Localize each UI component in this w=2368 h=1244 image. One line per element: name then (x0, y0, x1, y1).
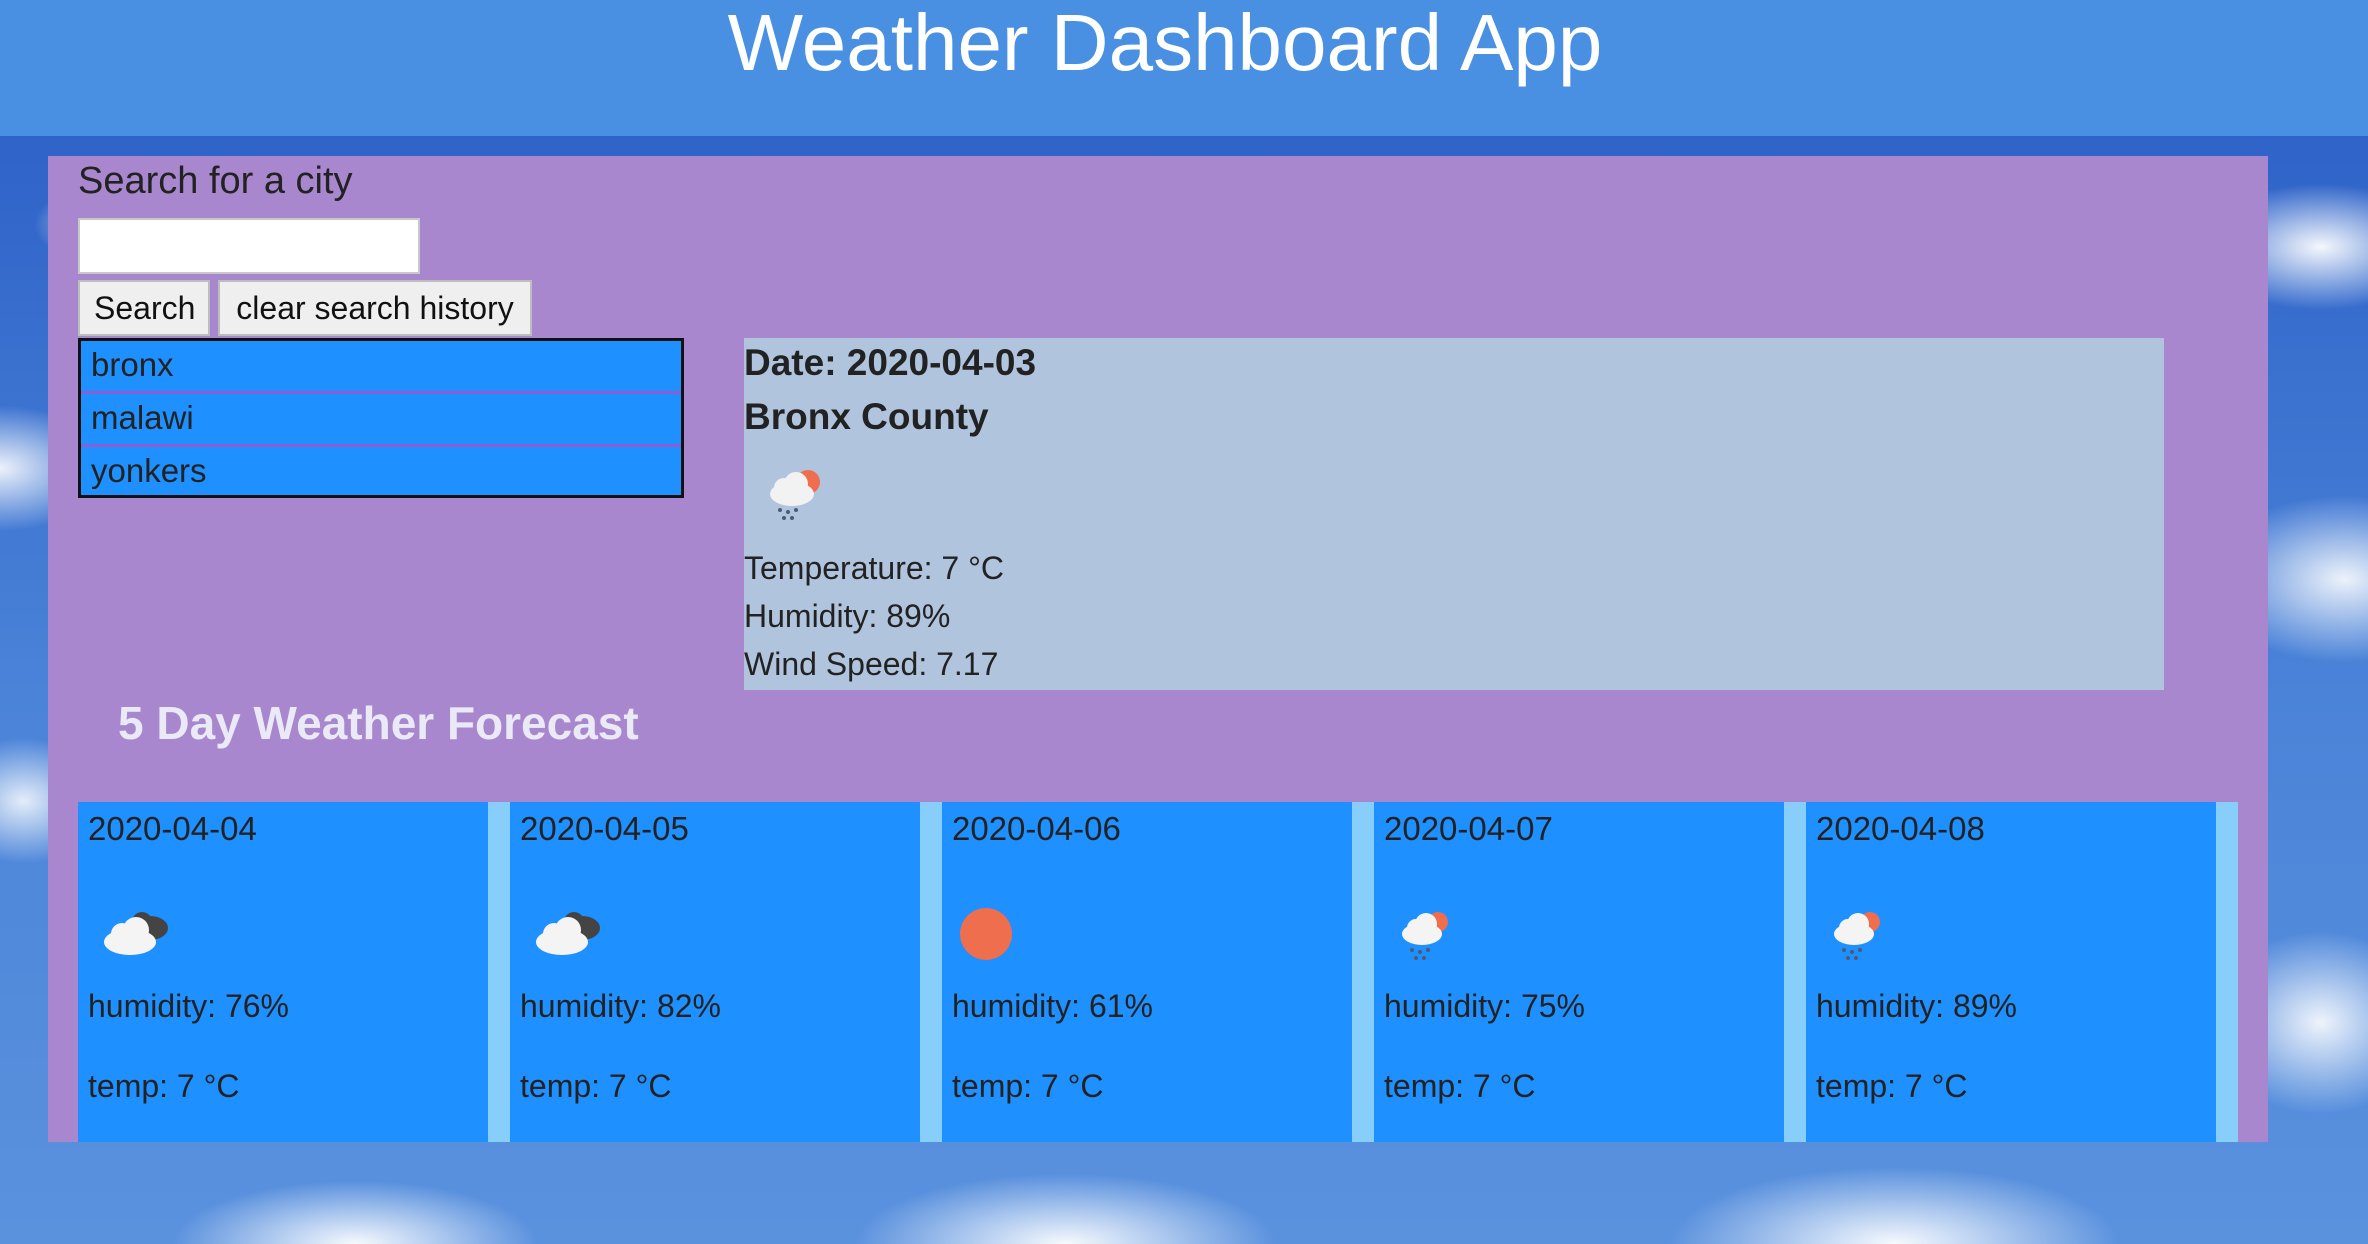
forecast-temp: temp: 7 °C (952, 1068, 1104, 1104)
history-item-bronx[interactable]: bronx (81, 341, 681, 394)
forecast-humidity: humidity: 61% (952, 988, 1153, 1024)
forecast-card: 2020-04-06 humidity: 61% temp: 7 °C (942, 802, 1352, 1142)
forecast-card: 2020-04-04 humidity: 76% temp: 7 °C (78, 802, 488, 1142)
forecast-humidity: humidity: 76% (88, 988, 289, 1024)
city-search-input[interactable] (78, 218, 420, 274)
forecast-temp: temp: 7 °C (1816, 1068, 1968, 1104)
forecast-date: 2020-04-04 (88, 810, 257, 847)
forecast-temp: temp: 7 °C (1384, 1068, 1536, 1104)
forecast-card: 2020-04-07 humidity: 75% temp: 7 °C (1374, 802, 1784, 1142)
cloudy-icon (96, 902, 176, 971)
current-city: Bronx County (744, 396, 989, 437)
cloudy-icon (528, 902, 608, 971)
forecast-temp: temp: 7 °C (88, 1068, 240, 1104)
light-rain-sun-icon (1824, 902, 1904, 971)
current-weather-card: Date: 2020-04-03 Bronx County Temperatur… (744, 338, 2164, 690)
main-panel: Search for a city Search clear search hi… (48, 156, 2268, 1142)
forecast-humidity: humidity: 75% (1384, 988, 1585, 1024)
history-item-yonkers[interactable]: yonkers (81, 447, 681, 497)
forecast-date: 2020-04-08 (1816, 810, 1985, 847)
clear-history-button[interactable]: clear search history (218, 280, 532, 336)
light-rain-sun-icon (762, 460, 826, 529)
forecast-card: 2020-04-08 humidity: 89% temp: 7 °C (1806, 802, 2216, 1142)
forecast-card: 2020-04-05 humidity: 82% temp: 7 °C (510, 802, 920, 1142)
search-history-list: bronx malawi yonkers (78, 338, 684, 498)
current-date: Date: 2020-04-03 (744, 342, 1037, 383)
forecast-humidity: humidity: 82% (520, 988, 721, 1024)
forecast-row: 2020-04-04 humidity: 76% temp: 7 °C 2020… (78, 802, 2238, 1142)
search-button[interactable]: Search (78, 280, 210, 336)
forecast-temp: temp: 7 °C (520, 1068, 672, 1104)
app-header: Weather Dashboard App (0, 0, 2368, 136)
forecast-title: 5 Day Weather Forecast (118, 697, 639, 749)
current-humidity: Humidity: 89% (744, 598, 951, 634)
forecast-date: 2020-04-06 (952, 810, 1121, 847)
sun-icon (960, 902, 1040, 971)
forecast-date: 2020-04-05 (520, 810, 689, 847)
light-rain-sun-icon (1392, 902, 1472, 971)
current-wind-speed: Wind Speed: 7.17 (744, 646, 999, 682)
forecast-date: 2020-04-07 (1384, 810, 1553, 847)
forecast-humidity: humidity: 89% (1816, 988, 2017, 1024)
history-item-malawi[interactable]: malawi (81, 394, 681, 447)
app-title: Weather Dashboard App (727, 0, 1603, 87)
search-label: Search for a city (78, 160, 353, 202)
current-temperature: Temperature: 7 °C (744, 550, 1005, 586)
